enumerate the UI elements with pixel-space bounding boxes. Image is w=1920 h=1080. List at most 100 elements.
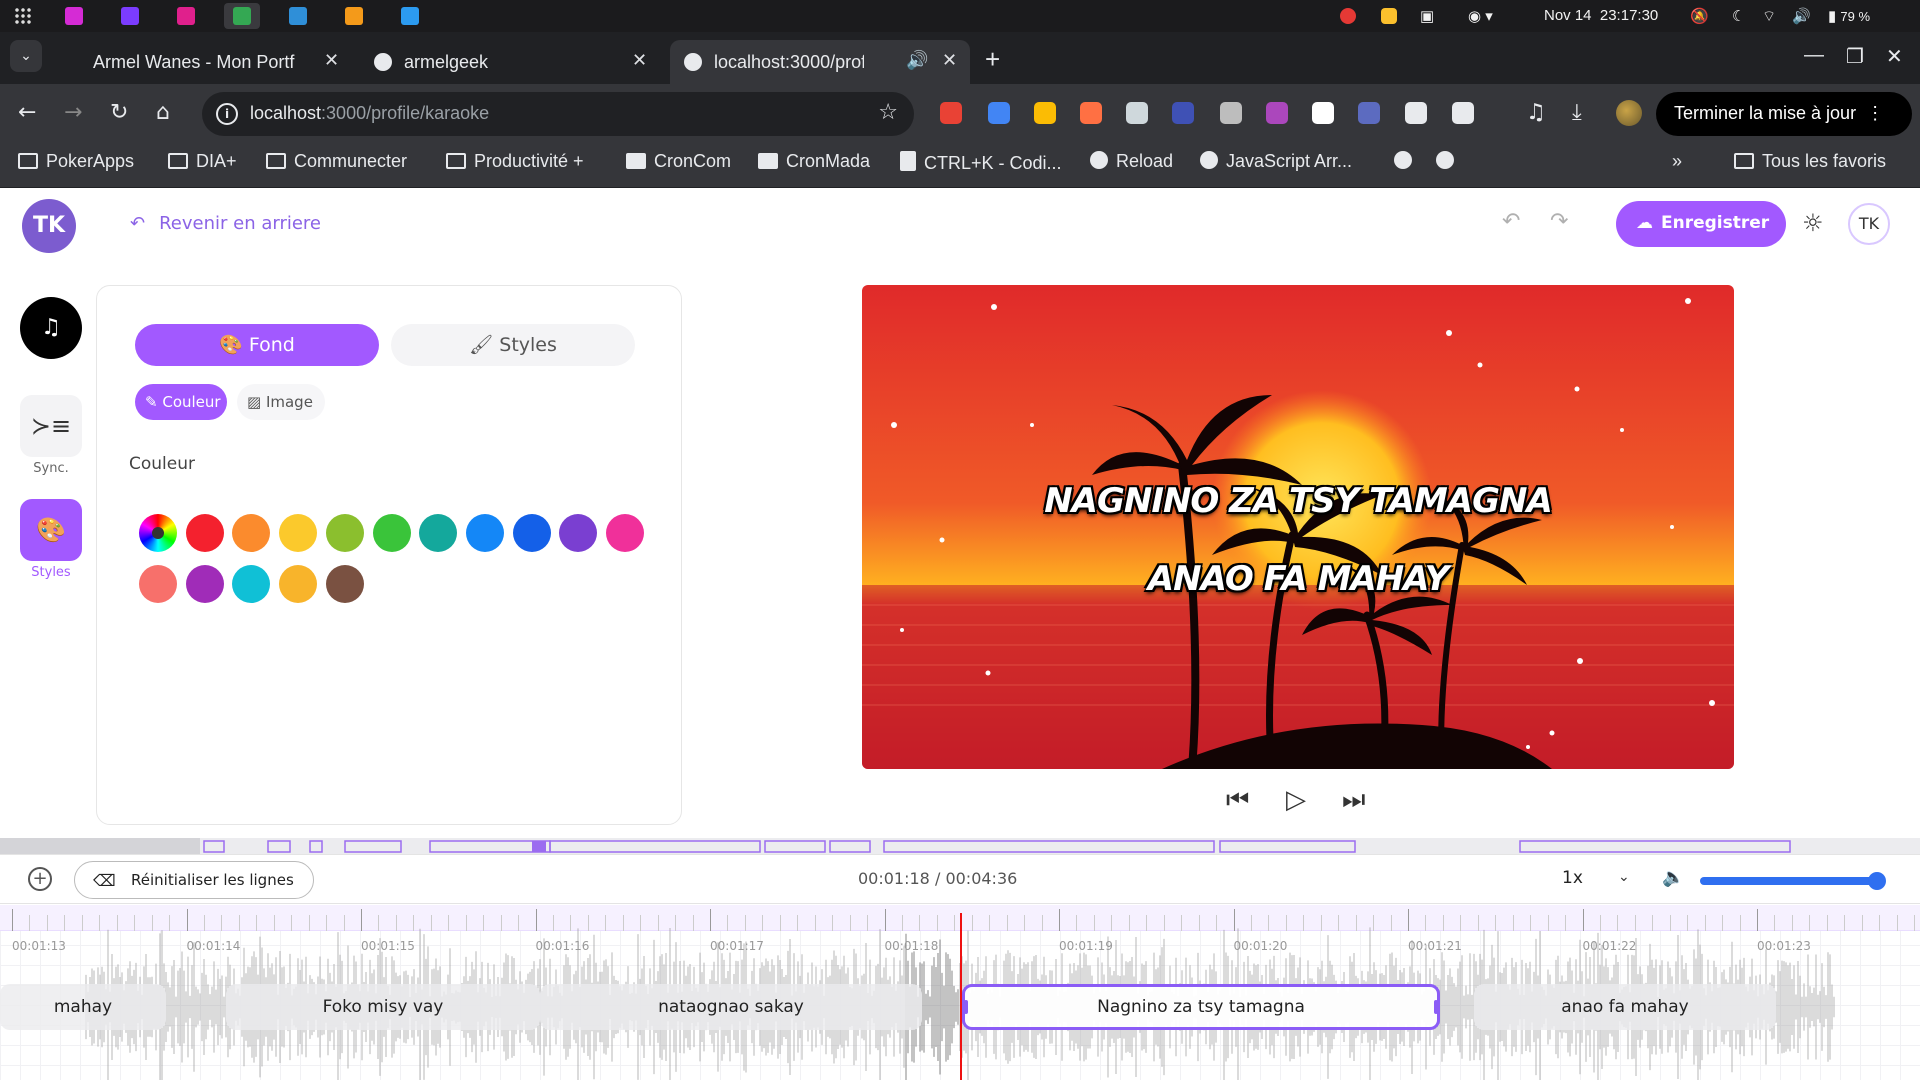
timeline-overview[interactable] [0, 838, 1920, 854]
accessibility-icon[interactable]: ◉ ▾ [1468, 7, 1493, 25]
volume-knob[interactable] [1867, 872, 1886, 890]
extension-icon[interactable] [1080, 102, 1102, 124]
tab-styles[interactable]: 🖌 Styles [391, 324, 635, 366]
color-swatch[interactable] [279, 514, 318, 552]
vscode-app-icon[interactable] [392, 3, 428, 29]
undo-icon[interactable]: ↶ [1502, 209, 1520, 234]
color-swatch[interactable] [185, 514, 224, 552]
address-bar[interactable]: i localhost:3000/profile/karaoke ☆ [202, 92, 914, 136]
color-swatch[interactable] [606, 514, 644, 552]
tab-search-button[interactable]: ⌄ [10, 40, 42, 72]
color-swatch[interactable] [512, 514, 551, 552]
bookmark-item[interactable] [1394, 151, 1420, 181]
url-text[interactable]: localhost:3000/profile/karaoke [250, 103, 489, 124]
color-swatch[interactable] [372, 514, 411, 552]
extension-icon[interactable] [1405, 102, 1427, 124]
media-control-icon[interactable]: ♫ [1526, 100, 1546, 125]
redo-icon[interactable]: ↷ [1550, 209, 1568, 234]
extension-icon[interactable] [988, 102, 1010, 124]
bookmark-item[interactable]: PokerApps [18, 151, 134, 181]
subtab-couleur[interactable]: ✎ Couleur [135, 384, 227, 420]
color-swatch[interactable] [419, 514, 458, 552]
speed-select[interactable]: 1x [1562, 868, 1583, 888]
site-info-icon[interactable]: i [216, 103, 238, 125]
color-swatch[interactable] [465, 514, 504, 552]
extension-icon[interactable] [1266, 102, 1288, 124]
back-link[interactable]: ↶ Revenir en arriere [130, 213, 321, 234]
lyric-segment[interactable]: anao fa mahay [1474, 984, 1776, 1030]
download-icon[interactable]: ⤓ [1572, 100, 1582, 125]
extension-icon[interactable] [1220, 102, 1242, 124]
bookmark-item[interactable]: Communecter [266, 151, 407, 181]
record-icon[interactable] [1340, 8, 1356, 24]
save-button[interactable]: ☁ Enregistrer [1616, 201, 1786, 247]
skip-forward-icon[interactable]: ⏭ [1342, 785, 1365, 816]
app-logo[interactable]: TK [22, 199, 76, 253]
color-swatch[interactable] [279, 565, 318, 603]
night-icon[interactable]: ☾ [1732, 7, 1745, 25]
phpstorm-app-icon[interactable] [168, 3, 204, 29]
more-bookmarks-button[interactable]: » [1672, 151, 1682, 181]
play-icon[interactable]: ▷ [1286, 785, 1306, 815]
bookmark-item[interactable]: Productivité + [446, 151, 584, 181]
lyric-segment-selected[interactable]: Nagnino za tsy tamagna [962, 984, 1440, 1030]
sublime-app-icon[interactable] [336, 3, 372, 29]
restore-button[interactable]: ❐ [1846, 44, 1864, 69]
profile-avatar[interactable] [1616, 100, 1642, 126]
update-button[interactable]: Terminer la mise à jour ⋮ [1656, 92, 1912, 136]
terminal-app-icon[interactable] [280, 3, 316, 29]
minimize-button[interactable]: — [1804, 44, 1824, 67]
github-desktop-app-icon[interactable] [112, 3, 148, 29]
music-file-icon[interactable]: ♫ [20, 297, 82, 359]
reset-lines-button[interactable]: ⌫ Réinitialiser les lignes [74, 861, 314, 899]
lyric-segment[interactable]: nataognao sakay [540, 984, 922, 1030]
extension-icon[interactable] [1034, 102, 1056, 124]
lyric-segment[interactable]: Foko misy vay [226, 984, 540, 1030]
extension-icon[interactable] [1358, 102, 1380, 124]
volume-icon[interactable]: 🔈 [1662, 867, 1684, 888]
new-tab-button[interactable]: + [985, 44, 1000, 75]
color-swatch[interactable] [232, 514, 271, 552]
clock[interactable]: Nov 14 23:17:30 [1544, 7, 1658, 24]
window-close-button[interactable]: ✕ [1886, 44, 1903, 69]
color-swatch[interactable] [325, 565, 364, 603]
subtab-image[interactable]: ▨ Image [237, 384, 325, 420]
volume-slider[interactable] [1700, 872, 1886, 890]
custom-color-picker[interactable] [139, 514, 177, 552]
bookmark-item[interactable]: CronCom [626, 151, 731, 181]
battery-indicator[interactable]: ▮ 79 % [1828, 7, 1870, 25]
user-avatar[interactable]: TK [1848, 203, 1890, 245]
back-icon[interactable]: ← [18, 100, 36, 125]
waveform-timeline[interactable]: 00:01:13 00:01:14 00:01:15 00:01:16 00:01:17… [0, 905, 1920, 1080]
playhead[interactable] [960, 913, 962, 1080]
extension-icon[interactable] [1126, 102, 1148, 124]
segment-resize-handle[interactable] [964, 1000, 968, 1014]
extension-icon[interactable] [1452, 102, 1474, 124]
add-line-icon[interactable]: + [28, 867, 52, 891]
home-icon[interactable]: ⌂ [156, 100, 170, 125]
chrome-app-icon[interactable] [224, 3, 260, 29]
bookmark-item[interactable]: Reload [1090, 151, 1173, 181]
color-swatch[interactable] [185, 565, 224, 603]
bookmark-item[interactable]: CronMada [758, 151, 870, 181]
tab-github[interactable]: armelgeek ✕ [360, 40, 660, 84]
close-icon[interactable]: ✕ [324, 50, 339, 71]
extension-icon[interactable] [940, 102, 962, 124]
bookmark-item[interactable]: DIA+ [168, 151, 237, 181]
files-app-icon[interactable] [56, 3, 92, 29]
all-bookmarks-folder[interactable]: Tous les favoris [1734, 151, 1886, 181]
skip-back-icon[interactable]: ⏮ [1226, 785, 1249, 816]
volume-icon[interactable]: 🔊 [1792, 7, 1811, 25]
dnd-icon[interactable]: 🔕 [1690, 7, 1709, 25]
reload-icon[interactable]: ↻ [110, 100, 128, 125]
color-swatch[interactable] [559, 514, 598, 552]
color-swatch[interactable] [232, 565, 271, 603]
clipboard-icon[interactable]: ▣ [1420, 7, 1434, 25]
tab-localhost[interactable]: localhost:3000/profile 🔊 ✕ [670, 40, 970, 84]
sync-button[interactable]: ≻≡ [20, 395, 82, 457]
close-icon[interactable]: ✕ [632, 50, 647, 71]
bookmark-item[interactable] [1436, 151, 1462, 181]
app-grid-icon[interactable] [14, 7, 32, 25]
wifi-icon[interactable]: ⌔ [1762, 7, 1776, 26]
audio-icon[interactable]: 🔊 [906, 50, 928, 71]
